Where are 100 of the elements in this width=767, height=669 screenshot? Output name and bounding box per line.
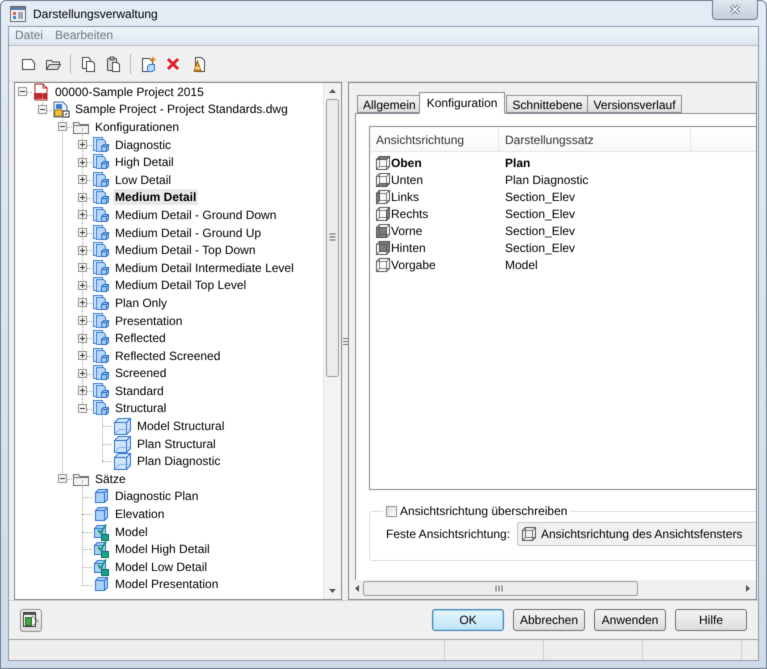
column-header[interactable]: Ansichtsrichtung bbox=[370, 127, 499, 151]
expand-toggle[interactable] bbox=[78, 210, 86, 220]
column-header[interactable]: Darstellungssatz bbox=[499, 127, 691, 151]
view-direction-list[interactable]: Ansichtsrichtung Darstellungssatz Oben Plan Unten Plan Diagnostic Links Section_Elev Rechts Section_Elev Vorne Section_Elev Hinten Section_Elev Vorgabe Model bbox=[369, 126, 756, 490]
table-cell-text: Plan bbox=[504, 156, 532, 170]
new-set-icon bbox=[140, 56, 156, 72]
expand-toggle[interactable] bbox=[78, 158, 86, 167]
configuration-icon bbox=[92, 241, 110, 260]
tab[interactable]: Versionsverlauf bbox=[587, 95, 682, 113]
expand-toggle[interactable] bbox=[78, 192, 86, 202]
vertical-scrollbar[interactable] bbox=[323, 83, 341, 599]
splitter-grip-icon[interactable] bbox=[342, 336, 348, 346]
tree-item[interactable]: High Detail bbox=[113, 154, 176, 170]
expand-toggle[interactable] bbox=[78, 140, 86, 150]
tree-item[interactable]: Medium Detail - Ground Down bbox=[113, 206, 278, 223]
window-icon bbox=[23, 612, 39, 628]
cube-check-icon bbox=[92, 558, 110, 576]
tree-item[interactable]: 00000-Sample Project 2015 bbox=[53, 84, 206, 100]
cube-icon bbox=[521, 526, 537, 542]
menu-item[interactable]: Bearbeiten bbox=[49, 27, 120, 45]
tree-item[interactable]: Plan Diagnostic bbox=[135, 453, 222, 470]
expand-toggle[interactable] bbox=[78, 316, 86, 326]
tree-item[interactable]: Medium Detail - Top Down bbox=[113, 242, 258, 258]
cube-icon bbox=[375, 172, 391, 188]
override-checkbox[interactable]: Ansichtsrichtung überschreiben bbox=[386, 504, 568, 518]
tree-item[interactable]: Plan Only bbox=[113, 294, 170, 311]
tree-item[interactable]: Elevation bbox=[113, 506, 166, 522]
expand-toggle[interactable] bbox=[78, 175, 86, 184]
expand-toggle[interactable] bbox=[78, 263, 86, 272]
configuration-icon bbox=[92, 224, 110, 242]
expand-toggle[interactable] bbox=[78, 404, 86, 413]
table-cell-text: Section_Elev bbox=[504, 190, 576, 204]
tree-item[interactable]: Model Presentation bbox=[113, 576, 220, 592]
configuration-icon bbox=[92, 399, 110, 418]
tab[interactable]: Allgemein bbox=[357, 95, 422, 113]
cube-icon bbox=[375, 206, 391, 222]
table-cell-text: Section_Elev bbox=[504, 206, 576, 220]
tree-item[interactable]: Diagnostic bbox=[113, 136, 174, 153]
expand-toggle[interactable] bbox=[78, 368, 86, 378]
configuration-icon bbox=[92, 294, 110, 312]
tree-item[interactable]: Diagnostic Plan bbox=[113, 488, 200, 504]
tree-item[interactable]: Medium Detail - Ground Up bbox=[113, 224, 264, 241]
expand-toggle[interactable] bbox=[78, 228, 86, 238]
tree-item[interactable]: Reflected bbox=[113, 330, 168, 346]
configuration-icon bbox=[92, 206, 110, 224]
tree-item[interactable]: Screened bbox=[113, 365, 168, 382]
tree-item[interactable]: Model bbox=[113, 524, 150, 540]
cube-icon bbox=[112, 434, 132, 454]
tree-item[interactable]: Medium Detail Intermediate Level bbox=[113, 260, 296, 276]
expand-toggle[interactable] bbox=[78, 280, 86, 290]
expand-toggle[interactable] bbox=[78, 246, 86, 255]
tree-item[interactable]: Model Structural bbox=[135, 418, 226, 434]
dialog-button[interactable]: Anwenden bbox=[594, 609, 666, 631]
table-cell-text: Section_Elev bbox=[504, 224, 576, 238]
tree-item[interactable]: Konfigurationen bbox=[93, 118, 182, 135]
expand-toggle[interactable] bbox=[78, 351, 86, 360]
dialog-button[interactable]: Abbrechen bbox=[513, 609, 585, 631]
tree-item[interactable]: Medium Detail bbox=[113, 189, 198, 206]
tree-item[interactable]: Reflected Screened bbox=[113, 348, 222, 364]
configuration-icon bbox=[92, 258, 110, 277]
menu-item[interactable]: Datei bbox=[9, 27, 50, 45]
tree-item[interactable]: Structural bbox=[113, 400, 168, 416]
window-toggle-button[interactable] bbox=[20, 608, 42, 632]
dialog-button[interactable]: Hilfe bbox=[675, 609, 747, 631]
close-icon bbox=[729, 4, 741, 15]
close-button[interactable] bbox=[712, 0, 758, 20]
table-cell: Oben bbox=[391, 156, 422, 170]
table-cell: Vorne bbox=[391, 224, 422, 238]
configuration-icon bbox=[92, 188, 110, 206]
expand-toggle[interactable] bbox=[58, 122, 66, 132]
tree-item[interactable]: Medium Detail Top Level bbox=[113, 277, 248, 294]
expand-toggle[interactable] bbox=[58, 474, 66, 484]
tree-item[interactable]: Model High Detail bbox=[113, 541, 212, 558]
tree-item[interactable]: Sätze bbox=[93, 470, 128, 487]
cube-icon bbox=[375, 222, 391, 238]
table-cell-text: Plan Diagnostic bbox=[504, 172, 590, 186]
cube-check-icon bbox=[92, 540, 110, 558]
expand-toggle[interactable] bbox=[78, 298, 86, 308]
tab[interactable]: Konfiguration bbox=[418, 92, 506, 114]
cube-icon bbox=[375, 188, 391, 204]
scrollbar-thumb[interactable] bbox=[363, 581, 638, 596]
configuration-icon bbox=[92, 364, 110, 382]
tree-item[interactable]: Model Low Detail bbox=[113, 558, 210, 575]
tree-item[interactable]: Plan Structural bbox=[135, 436, 218, 452]
expand-toggle[interactable] bbox=[78, 386, 86, 396]
window-title: Darstellungsverwaltung bbox=[33, 6, 158, 20]
expand-toggle[interactable] bbox=[78, 334, 86, 343]
scrollbar-thumb[interactable] bbox=[325, 99, 340, 377]
table-cell: Rechts bbox=[391, 206, 428, 220]
table-cell-text: Model bbox=[504, 258, 539, 272]
table-cell: Vorgabe bbox=[391, 258, 436, 272]
tree-item[interactable]: Standard bbox=[113, 382, 166, 399]
tree-item[interactable]: Sample Project - Project Standards.dwg bbox=[73, 101, 290, 118]
tab[interactable]: Schnittebene bbox=[506, 95, 588, 113]
copy-icon bbox=[80, 56, 96, 72]
dialog-button[interactable]: OK bbox=[432, 609, 504, 631]
tree-item[interactable]: Presentation bbox=[113, 312, 184, 329]
expand-toggle[interactable] bbox=[38, 104, 46, 114]
tree-item[interactable]: Low Detail bbox=[113, 172, 174, 188]
expand-toggle[interactable] bbox=[18, 87, 26, 96]
